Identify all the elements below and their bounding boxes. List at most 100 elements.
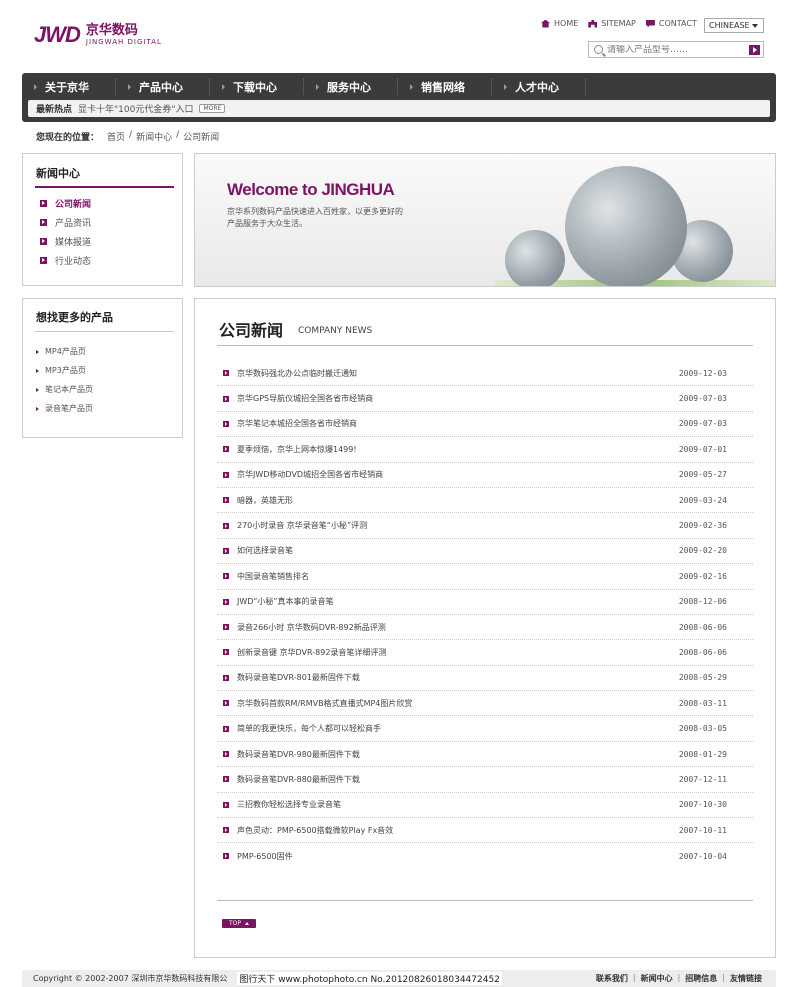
news-date: 2009-07-03 xyxy=(678,419,727,429)
news-item[interactable]: 数码录音笔DVR-880最新固件下载 2007-12-11 xyxy=(217,767,753,793)
footer-link-news[interactable]: 新闻中心 xyxy=(641,973,673,984)
news-item[interactable]: 数码录音笔DVR-801最新固件下载 2008-05-29 xyxy=(217,666,753,692)
news-item[interactable]: 三招教你轻松选择专业录音笔 2007-10-30 xyxy=(217,793,753,819)
news-item[interactable]: 暗器，英雄无形 2009-03-24 xyxy=(217,488,753,514)
sidebar-item-notebook[interactable]: 笔记本产品页 xyxy=(36,380,93,399)
arrow-icon xyxy=(316,83,319,90)
sitemap-link[interactable]: SITEMAP xyxy=(588,19,636,28)
sidebar-item-mp4[interactable]: MP4产品页 xyxy=(36,342,93,361)
logo-en: JINGWAH DIGITAL xyxy=(85,38,162,46)
nav-item-sales[interactable]: 销售网络 xyxy=(398,73,492,100)
news-title[interactable]: 中国录音笔销售排名 xyxy=(237,571,309,582)
arrow-icon xyxy=(223,725,229,732)
contact-link[interactable]: CONTACT xyxy=(645,19,697,28)
arrow-icon xyxy=(223,649,229,656)
news-title[interactable]: PMP-6500固件 xyxy=(237,851,293,862)
news-title[interactable]: 暗器，英雄无形 xyxy=(237,495,293,506)
breadcrumb-label: 您现在的位置： xyxy=(36,133,100,143)
news-date: 2008-12-06 xyxy=(678,597,727,607)
nav-item-about[interactable]: 关于京华 xyxy=(22,73,116,100)
news-date: 2008-03-11 xyxy=(678,698,727,708)
nav-item-downloads[interactable]: 下载中心 xyxy=(210,73,304,100)
news-item[interactable]: 夏季烦恼，京华上网本惊爆1499! 2009-07-01 xyxy=(217,437,753,463)
back-to-top-button[interactable]: TOP xyxy=(222,919,256,928)
sidebar-item-label: 行业动态 xyxy=(55,257,92,267)
nav-item-careers[interactable]: 人才中心 xyxy=(492,73,586,100)
arrow-icon xyxy=(223,573,229,580)
page-title: 公司新闻 xyxy=(219,321,284,340)
news-item[interactable]: 中国录音笔销售排名 2009-02-16 xyxy=(217,564,753,590)
logo-text: 京华数码 JINGWAH DIGITAL xyxy=(85,24,162,47)
news-title[interactable]: 京华JWD移动DVD城招全国各省市经销商 xyxy=(237,469,383,480)
arrow-icon xyxy=(34,83,37,90)
news-item[interactable]: 创新录音键 京华DVR-892录音笔详细评测 2008-06-06 xyxy=(217,640,753,666)
sidebar-item-industry[interactable]: 行业动态 xyxy=(40,251,91,270)
search-submit-button[interactable] xyxy=(749,45,760,55)
hot-news-bar: 最新热点 显卡十年"100元代金券"入口 MORE xyxy=(28,100,770,117)
welcome-banner: Welcome to JINGHUA 京华系列数码产品快速进入百姓家，以更多更好… xyxy=(194,153,776,287)
sidebar-item-product-info[interactable]: 产品资讯 xyxy=(40,213,91,232)
news-title[interactable]: 夏季烦恼，京华上网本惊爆1499! xyxy=(237,444,357,455)
news-item[interactable]: JWD“小秘”真本事的录音笔 2008-12-06 xyxy=(217,590,753,615)
logo-jwd: JWD xyxy=(34,22,81,47)
news-title[interactable]: 京华GPS导航仪城招全国各省市经销商 xyxy=(237,393,373,404)
news-title[interactable]: 270小时录音 京华录音笔“小秘”评测 xyxy=(237,520,367,531)
breadcrumb-news-center[interactable]: 新闻中心 xyxy=(136,130,172,143)
news-title[interactable]: 三招教你轻松选择专业录音笔 xyxy=(237,799,341,810)
news-item[interactable]: 数码录音笔DVR-980最新固件下载 2008-01-29 xyxy=(217,742,753,768)
news-title[interactable]: 录音266小时 京华数码DVR-892新品评测 xyxy=(237,622,386,633)
sidebar-item-recorder[interactable]: 录音笔产品页 xyxy=(36,399,93,418)
search-input[interactable] xyxy=(607,44,747,55)
nav-label: 下载中心 xyxy=(233,80,277,94)
news-title[interactable]: 数码录音笔DVR-880最新固件下载 xyxy=(237,774,360,785)
news-title[interactable]: 京华数码首款RM/RMVB格式直播式MP4图片欣赏 xyxy=(237,698,412,709)
news-title[interactable]: 数码录音笔DVR-980最新固件下载 xyxy=(237,749,360,760)
news-list: 京华数码强北办公点临时搬迁通知 2009-12-03 京华GPS导航仪城招全国各省… xyxy=(217,361,753,869)
sidebar-item-media[interactable]: 媒体报道 xyxy=(40,232,91,251)
news-item[interactable]: PMP-6500固件 2007-10-04 xyxy=(217,843,753,868)
breadcrumb-home[interactable]: 首页 xyxy=(107,130,125,143)
home-link[interactable]: HOME xyxy=(541,19,578,28)
arrow-icon xyxy=(504,83,507,90)
news-date: 2009-07-01 xyxy=(678,444,727,454)
nav-item-products[interactable]: 产品中心 xyxy=(116,73,210,100)
news-item[interactable]: 京华笔记本城招全国各省市经销商 2009-07-03 xyxy=(217,412,753,438)
news-title[interactable]: 数码录音笔DVR-801最新固件下载 xyxy=(237,672,360,683)
news-item[interactable]: 京华数码强北办公点临时搬迁通知 2009-12-03 xyxy=(217,361,753,387)
news-item[interactable]: 如何选择录音笔 2009-02-20 xyxy=(217,539,753,565)
news-title[interactable]: 京华笔记本城招全国各省市经销商 xyxy=(237,418,357,429)
home-label: HOME xyxy=(554,19,579,28)
news-title[interactable]: JWD“小秘”真本事的录音笔 xyxy=(237,596,334,607)
footer-link-friends[interactable]: 友情链接 xyxy=(730,973,762,984)
news-item[interactable]: 京华数码首款RM/RMVB格式直播式MP4图片欣赏 2008-03-11 xyxy=(217,691,753,717)
news-title[interactable]: 简单的我更快乐，每个人都可以轻松商手 xyxy=(237,723,381,734)
arrow-icon xyxy=(36,368,39,373)
news-title[interactable]: 京华数码强北办公点临时搬迁通知 xyxy=(237,368,357,379)
footer-link-jobs[interactable]: 招聘信息 xyxy=(685,973,717,984)
news-date: 2009-05-27 xyxy=(678,470,727,480)
sidebar-item-mp3[interactable]: MP3产品页 xyxy=(36,361,93,380)
hot-link[interactable]: 显卡十年"100元代金券"入口 xyxy=(78,102,193,115)
sidebar-item-label: 录音笔产品页 xyxy=(45,404,93,413)
news-title[interactable]: 创新录音键 京华DVR-892录音笔详细评测 xyxy=(237,647,386,658)
more-button[interactable]: MORE xyxy=(199,104,226,113)
footer-link-contact[interactable]: 联系我们 xyxy=(596,973,628,984)
language-select[interactable]: CHINEASE xyxy=(704,18,764,33)
divider xyxy=(35,331,174,332)
arrow-icon xyxy=(223,674,229,681)
nav-item-service[interactable]: 服务中心 xyxy=(304,73,398,100)
news-date: 2009-02-16 xyxy=(678,571,727,581)
news-item[interactable]: 声色灵动：PMP-6500搭载微软Play Fx音效 2007-10-11 xyxy=(217,818,753,844)
news-center-menu: 新闻中心 公司新闻 产品资讯 媒体报道 行业动态 xyxy=(22,153,183,286)
news-title[interactable]: 如何选择录音笔 xyxy=(237,545,293,556)
breadcrumb: 您现在的位置： 首页 / 新闻中心 / 公司新闻 xyxy=(36,130,223,143)
news-item[interactable]: 京华GPS导航仪城招全国各省市经销商 2009-07-03 xyxy=(217,386,753,412)
sidebar-item-company-news[interactable]: 公司新闻 xyxy=(40,194,91,213)
news-item[interactable]: 270小时录音 京华录音笔“小秘”评测 2009-02-36 xyxy=(217,513,753,539)
arrow-icon xyxy=(223,853,229,860)
news-item[interactable]: 录音266小时 京华数码DVR-892新品评测 2008-06-06 xyxy=(217,615,753,641)
brand-logo[interactable]: JWD 京华数码 JINGWAH DIGITAL xyxy=(34,22,162,47)
news-item[interactable]: 京华JWD移动DVD城招全国各省市经销商 2009-05-27 xyxy=(217,463,753,488)
news-item[interactable]: 简单的我更快乐，每个人都可以轻松商手 2008-03-05 xyxy=(217,716,753,742)
news-title[interactable]: 声色灵动：PMP-6500搭载微软Play Fx音效 xyxy=(237,825,393,836)
